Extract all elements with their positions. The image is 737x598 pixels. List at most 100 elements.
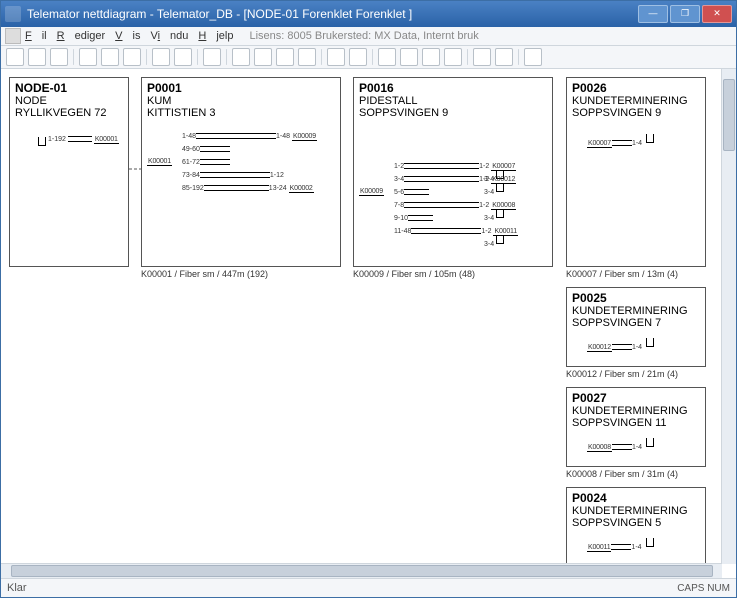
tool-sep [73, 49, 74, 65]
cable-label: K00009 [359, 188, 384, 196]
tool-02-icon[interactable] [28, 48, 46, 66]
node-addr: SOPPSVINGEN 7 [572, 317, 700, 329]
terminator-icon [496, 235, 504, 244]
menu-hjelp[interactable]: Hjelp [198, 30, 233, 42]
maximize-button[interactable]: ❐ [670, 5, 700, 23]
node-id: P0025 [572, 291, 700, 305]
cable-label: K00002 [289, 185, 314, 193]
node-p0025[interactable]: P0025 KUNDETERMINERING SOPPSVINGEN 7 K00… [566, 287, 706, 367]
fiber-range: 73-84 [182, 172, 200, 179]
tool-12-icon[interactable] [378, 48, 396, 66]
node-type: KUNDETERMINERING [572, 405, 700, 417]
node-type: KUM [147, 95, 335, 107]
tool-17-icon[interactable] [495, 48, 513, 66]
statusbar: Klar CAPS NUM [1, 578, 736, 597]
cable-label: K00001 [147, 158, 172, 166]
node-addr: SOPPSVINGEN 9 [359, 107, 547, 119]
tool-05-icon[interactable] [101, 48, 119, 66]
fiber-range: 3-4 [484, 189, 494, 196]
tool-08-icon[interactable] [174, 48, 192, 66]
fiber-range: 3-4 [484, 241, 494, 248]
terminator-icon [38, 137, 46, 146]
tool-sep [321, 49, 322, 65]
node-addr: KITTISTIEN 3 [147, 107, 335, 119]
fiber-range: 9-10 [394, 215, 408, 222]
tool-10-icon[interactable] [327, 48, 345, 66]
tool-04-icon[interactable] [79, 48, 97, 66]
cable-label: K00009 [292, 133, 317, 141]
node-id: P0026 [572, 81, 700, 95]
menubar: FFilil Rediger Vis Vindu Hjelp Lisens: 8… [1, 27, 736, 46]
menu-vindu[interactable]: Vindu [150, 30, 188, 42]
cable-caption: K00009 / Fiber sm / 105m (48) [353, 269, 475, 279]
node-addr: SOPPSVINGEN 9 [572, 107, 700, 119]
terminator-icon [646, 538, 654, 547]
cable-label: K00001 [94, 136, 119, 144]
menu-rediger[interactable]: Rediger [57, 30, 106, 42]
tool-18-icon[interactable] [524, 48, 542, 66]
fiber-range: 61-72 [182, 159, 200, 166]
terminator-icon [496, 183, 504, 192]
scroll-thumb[interactable] [723, 79, 735, 151]
node-addr: SOPPSVINGEN 11 [572, 417, 700, 429]
tool-01-icon[interactable] [6, 48, 24, 66]
tool-03-icon[interactable] [50, 48, 68, 66]
menu-vis[interactable]: Vis [115, 30, 140, 42]
tool-sep [518, 49, 519, 65]
node-p0024[interactable]: P0024 KUNDETERMINERING SOPPSVINGEN 5 K00… [566, 487, 706, 564]
fiber-range: 3-4 [394, 176, 404, 183]
tool-06-icon[interactable] [123, 48, 141, 66]
node-p0016[interactable]: P0016 PIDESTALL SOPPSVINGEN 9 K00009 1-2… [353, 77, 553, 267]
menu-fil[interactable]: FFilil [25, 30, 47, 42]
titlebar[interactable]: Telemator nettdiagram - Telemator_DB - [… [1, 1, 736, 27]
tool-07-icon[interactable] [152, 48, 170, 66]
tool-13-icon[interactable] [400, 48, 418, 66]
tool-15-icon[interactable] [444, 48, 462, 66]
node-id: P0024 [572, 491, 700, 505]
fiber-range: 1-4 [632, 344, 642, 351]
minimize-button[interactable]: — [638, 5, 668, 23]
node-id: NODE-01 [15, 81, 123, 95]
cable-label: K00007 [587, 140, 612, 148]
tool-11-icon[interactable] [349, 48, 367, 66]
tool-zoom-fit-icon[interactable] [276, 48, 294, 66]
node-p0026[interactable]: P0026 KUNDETERMINERING SOPPSVINGEN 9 K00… [566, 77, 706, 267]
node-type: NODE [15, 95, 123, 107]
vertical-scrollbar[interactable] [721, 69, 736, 564]
fiber-range: 3-4 [484, 215, 494, 222]
fiber-range: 1-4 [632, 140, 642, 147]
tool-sep [372, 49, 373, 65]
close-button[interactable]: ✕ [702, 5, 732, 23]
fiber-range: 1-12 [270, 172, 284, 179]
fiber-range: 1-48 [276, 133, 290, 140]
fiber-range: 1-2 [394, 163, 404, 170]
fiber-range: 1-4 [631, 544, 641, 551]
tool-16-icon[interactable] [473, 48, 491, 66]
app-icon [5, 6, 21, 22]
horizontal-scrollbar[interactable] [1, 563, 722, 578]
diagram-canvas[interactable]: NODE-01 NODE RYLLIKVEGEN 72 1-192 K00001… [1, 69, 722, 564]
fiber-range: 1-4 [632, 444, 642, 451]
cable-label: K00008 [587, 444, 612, 452]
fiber-range: 1-2 [479, 163, 489, 170]
node-p0001[interactable]: P0001 KUM KITTISTIEN 3 K00001 1-481-48 K… [141, 77, 341, 267]
terminator-icon [496, 209, 504, 218]
fiber-range: 1-48 [182, 133, 196, 140]
fiber-range: 5-6 [394, 189, 404, 196]
tool-zoom-in-icon[interactable] [232, 48, 250, 66]
fiber-range: 13-24 [269, 185, 287, 192]
node-node01[interactable]: NODE-01 NODE RYLLIKVEGEN 72 1-192 K00001 [9, 77, 129, 267]
terminator-icon [646, 338, 654, 347]
scroll-thumb[interactable] [11, 565, 713, 577]
tool-home-icon[interactable] [203, 48, 221, 66]
tool-sep [146, 49, 147, 65]
tool-zoom-1-icon[interactable] [298, 48, 316, 66]
status-right: CAPS NUM [677, 583, 730, 594]
fiber-range: 11-48 [394, 228, 411, 235]
fiber-range: 1-192 [48, 136, 66, 143]
tool-14-icon[interactable] [422, 48, 440, 66]
tool-zoom-out-icon[interactable] [254, 48, 272, 66]
node-p0027[interactable]: P0027 KUNDETERMINERING SOPPSVINGEN 11 K0… [566, 387, 706, 467]
tool-sep [226, 49, 227, 65]
node-type: PIDESTALL [359, 95, 547, 107]
